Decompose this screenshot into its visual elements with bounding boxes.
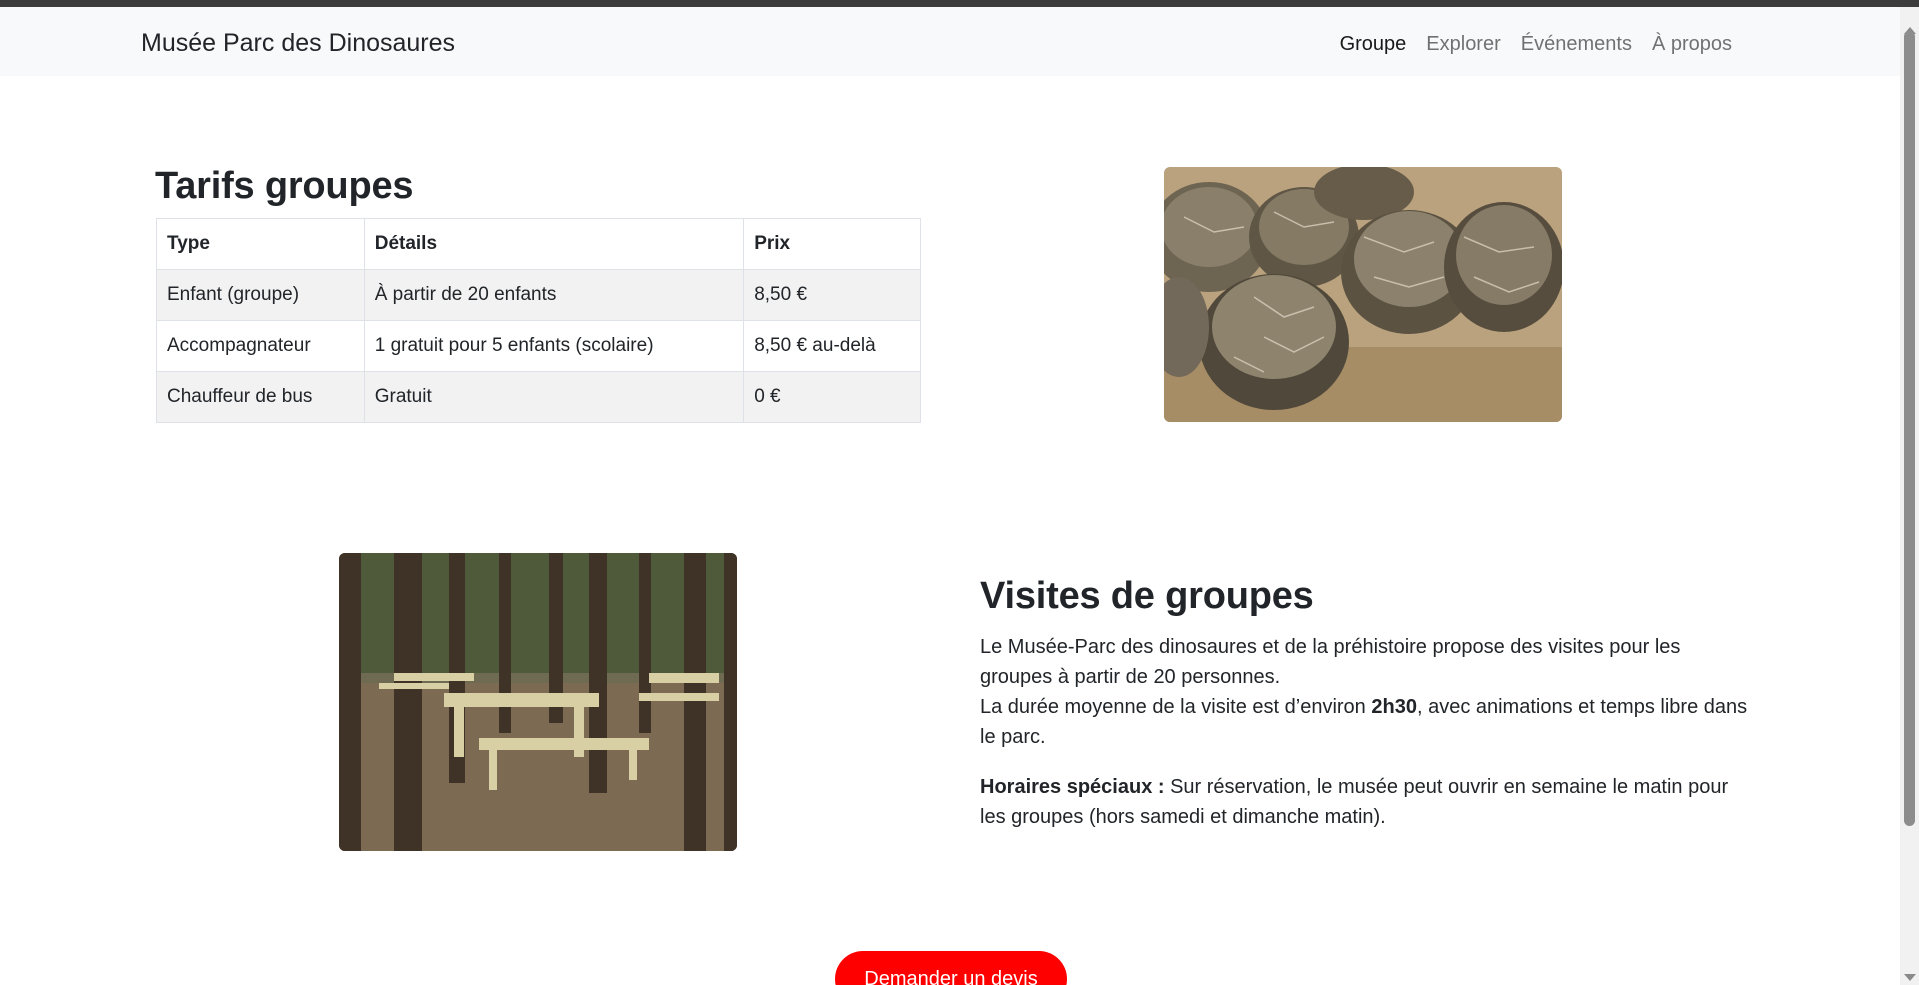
nav-link-evenements[interactable]: Événements (1521, 33, 1632, 56)
nav-link-groupe[interactable]: Groupe (1340, 33, 1407, 56)
cell-prix: 0 € (743, 371, 921, 423)
visites-intro: Le Musée-Parc des dinosaures et de la pr… (980, 636, 1681, 688)
brand-logo[interactable]: Musée Parc des Dinosaures (141, 29, 455, 58)
header-type: Type (156, 218, 365, 270)
cell-prix: 8,50 € au-delà (743, 320, 921, 372)
cell-details: 1 gratuit pour 5 enfants (scolaire) (363, 320, 745, 372)
scrollbar[interactable] (1900, 7, 1919, 985)
header-details: Détails (363, 218, 745, 270)
table-header-row: Type Détails Prix (156, 218, 921, 270)
tarifs-title: Tarifs groupes (155, 165, 414, 207)
cell-type: Accompagnateur (156, 320, 365, 372)
horaires-paragraph: Horaires spéciaux : Sur réservation, le … (980, 772, 1750, 832)
picnic-tables-image (339, 553, 737, 851)
visites-duration-value: 2h30 (1371, 696, 1417, 718)
dinosaur-eggs-image (1164, 167, 1562, 422)
cell-prix: 8,50 € (743, 269, 921, 321)
visites-title: Visites de groupes (980, 575, 1314, 617)
table-row: Enfant (groupe) À partir de 20 enfants 8… (156, 269, 921, 321)
browser-top-strip (0, 0, 1919, 7)
scroll-down-arrow-icon[interactable] (1904, 974, 1916, 981)
nav-links: Groupe Explorer Événements À propos (1340, 33, 1732, 56)
cell-details: À partir de 20 enfants (363, 269, 745, 321)
horaires-label: Horaires spéciaux : (980, 776, 1165, 798)
nav-link-explorer[interactable]: Explorer (1426, 33, 1500, 56)
nav-link-a-propos[interactable]: À propos (1652, 33, 1732, 56)
cell-type: Enfant (groupe) (156, 269, 365, 321)
visites-paragraph: Le Musée-Parc des dinosaures et de la pr… (980, 632, 1750, 752)
navbar: Musée Parc des Dinosaures Groupe Explore… (0, 7, 1900, 76)
tarifs-table: Type Détails Prix Enfant (groupe) À part… (156, 218, 921, 423)
table-row: Accompagnateur 1 gratuit pour 5 enfants … (156, 320, 921, 372)
demander-devis-button[interactable]: Demander un devis (835, 951, 1067, 985)
cell-type: Chauffeur de bus (156, 371, 365, 423)
visites-duration-before: La durée moyenne de la visite est d’envi… (980, 696, 1372, 718)
header-prix: Prix (743, 218, 921, 270)
scroll-thumb[interactable] (1904, 31, 1915, 826)
cell-details: Gratuit (363, 371, 745, 423)
table-row: Chauffeur de bus Gratuit 0 € (156, 371, 921, 423)
